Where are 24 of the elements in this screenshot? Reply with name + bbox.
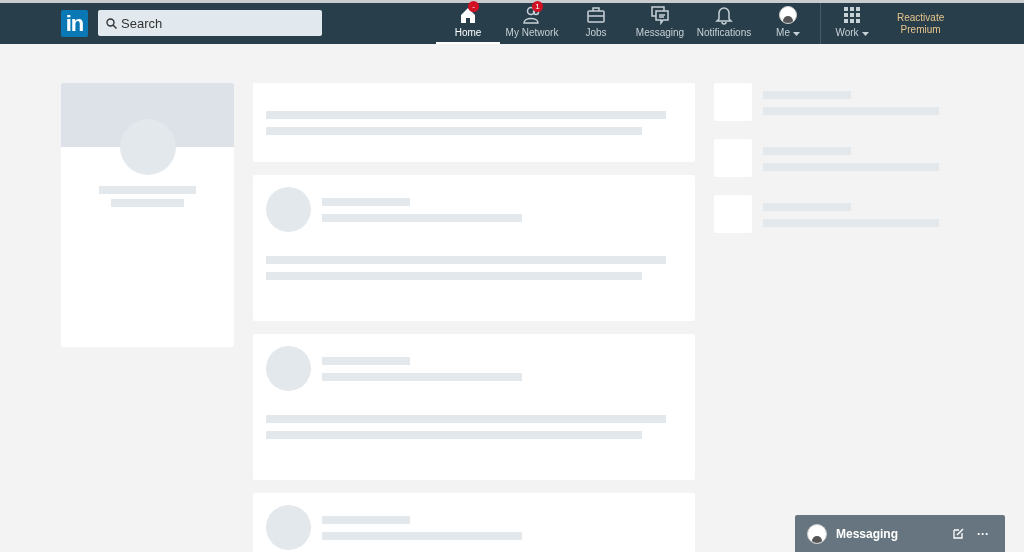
nav-tab[interactable]: Notifications bbox=[692, 3, 756, 44]
nav-tab[interactable]: Jobs bbox=[564, 3, 628, 44]
more-button[interactable]: ··· bbox=[973, 526, 993, 541]
premium-link[interactable]: Reactivate Premium bbox=[891, 3, 951, 44]
grid-icon bbox=[844, 7, 860, 23]
logo[interactable]: in bbox=[61, 10, 88, 37]
nav-tab[interactable]: Me bbox=[756, 3, 820, 44]
placeholder-avatar bbox=[266, 505, 311, 550]
compose-icon[interactable] bbox=[953, 528, 964, 539]
avatar-icon bbox=[807, 523, 827, 544]
bell-icon bbox=[714, 5, 734, 25]
search-field[interactable]: Search bbox=[98, 10, 322, 36]
messaging-title[interactable]: Messaging bbox=[836, 526, 944, 541]
nav-tab[interactable]: 1 My Network bbox=[500, 3, 564, 44]
nav-tab[interactable]: Messaging bbox=[628, 3, 692, 44]
notification-badge: - bbox=[468, 1, 479, 12]
work-menu[interactable]: Work bbox=[821, 3, 883, 44]
search-icon bbox=[106, 18, 117, 29]
placeholder-avatar bbox=[266, 346, 311, 391]
briefcase-icon bbox=[586, 5, 606, 25]
placeholder-avatar bbox=[266, 187, 311, 232]
notification-badge: 1 bbox=[532, 1, 543, 12]
avatar-icon bbox=[779, 6, 797, 24]
nav-tab[interactable]: - Home bbox=[436, 3, 500, 44]
